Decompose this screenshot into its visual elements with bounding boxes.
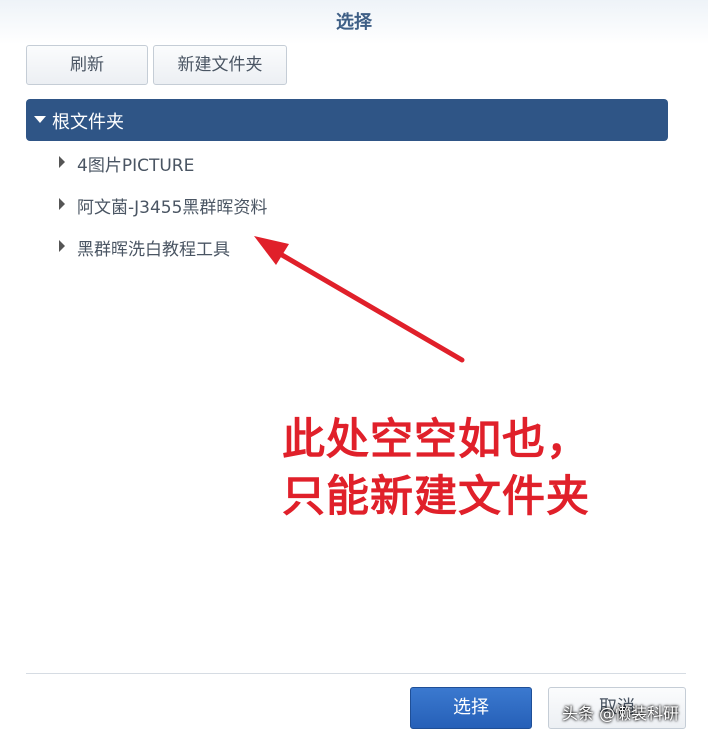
footer-divider bbox=[26, 673, 686, 674]
select-button[interactable]: 选择 bbox=[410, 687, 532, 729]
watermark: 头条 @懒装科研 bbox=[562, 704, 680, 723]
annotation-line-1: 此处空空如也， bbox=[282, 415, 590, 465]
annotation-line-2: 只能新建文件夹 bbox=[282, 472, 590, 522]
annotation-arrow bbox=[254, 236, 465, 363]
